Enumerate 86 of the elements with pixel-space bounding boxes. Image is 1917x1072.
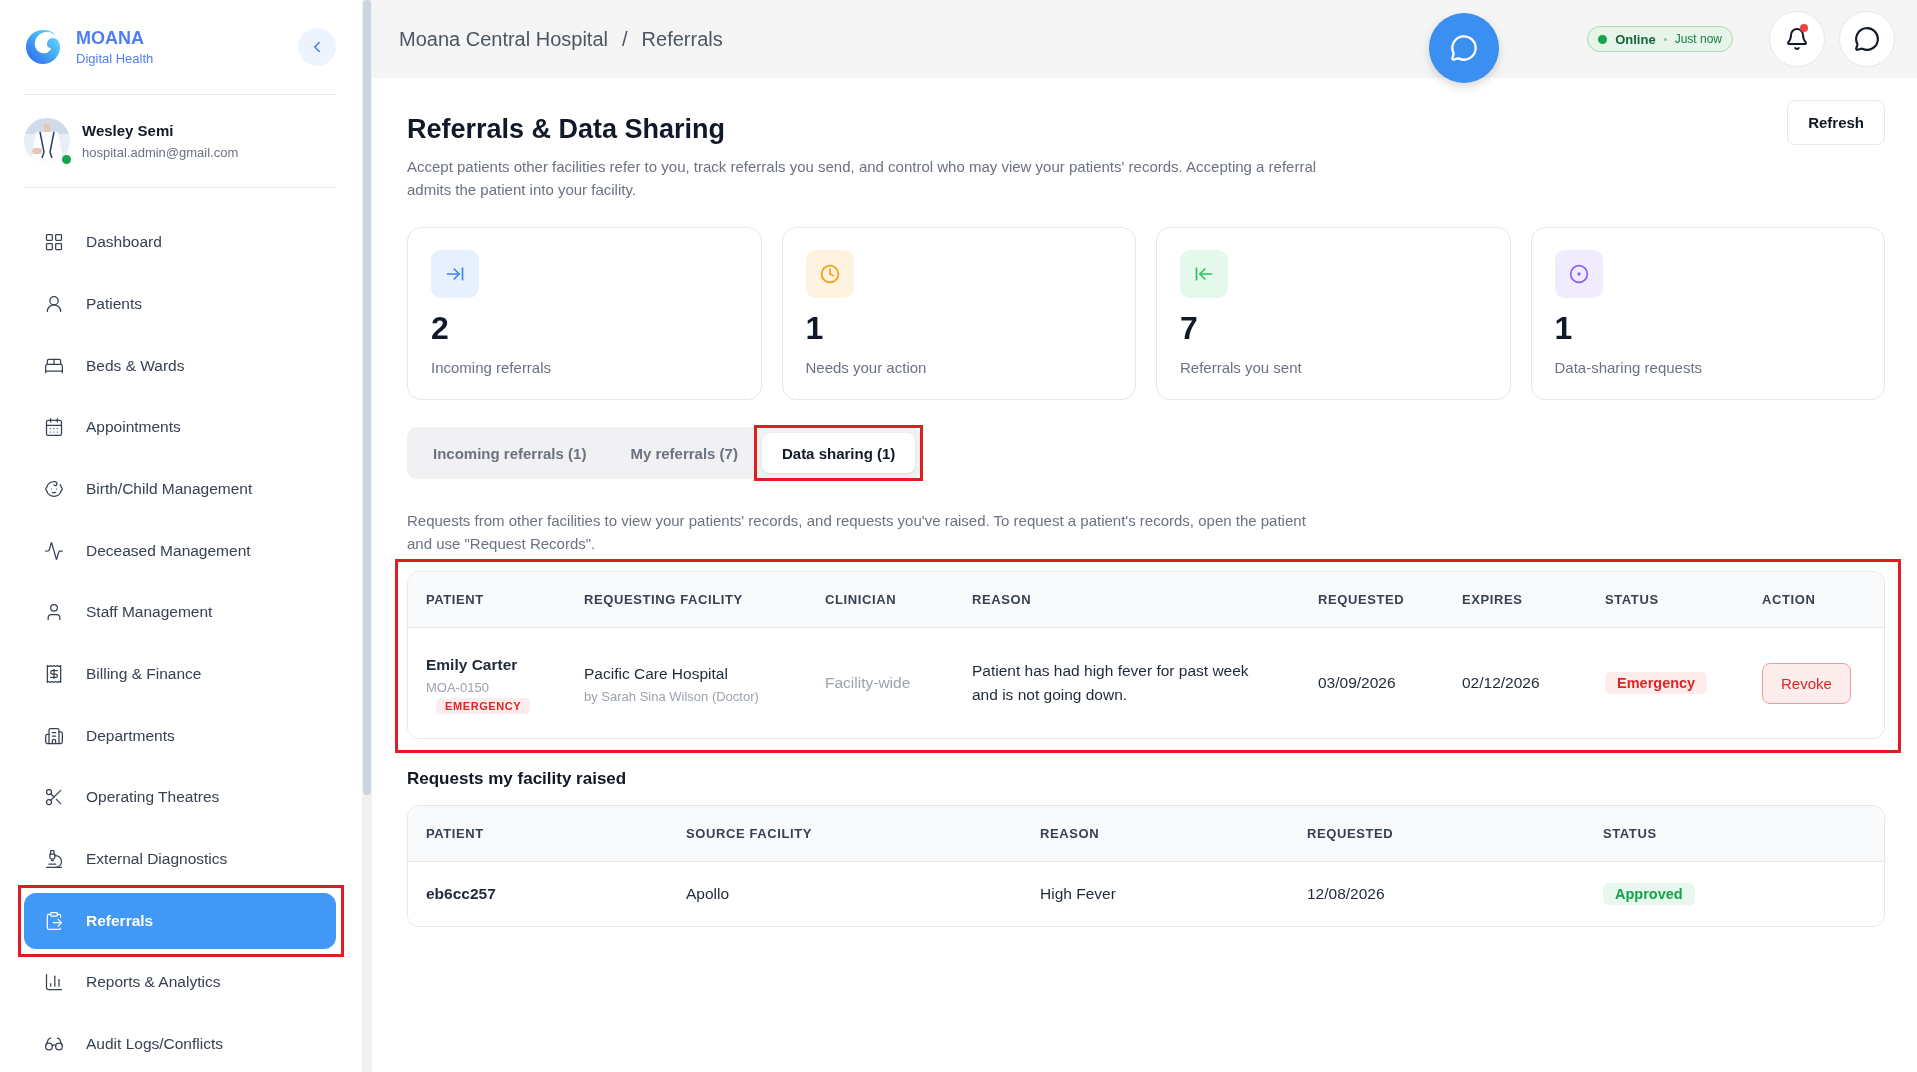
nav-item[interactable]: Beds & Wards (24, 337, 336, 394)
tab[interactable]: Incoming referrals (1) (413, 433, 607, 473)
table-cell-text: Patient has had high fever for past week and is not going down. (972, 661, 1250, 705)
table-cell-text: 03/09/2026 (1318, 673, 1397, 693)
stat-value: 1 (1554, 310, 1574, 347)
column-header: PATIENT (426, 592, 485, 607)
column-header: REASON (972, 592, 1033, 607)
nav-item[interactable]: Deceased Management (24, 522, 336, 579)
column-header: REQUESTING FACILITY (584, 592, 744, 607)
scrollbar[interactable] (363, 0, 371, 795)
column-header: STATUS (1603, 826, 1658, 841)
table-cell-text: 02/12/2026 (1462, 673, 1541, 693)
stat-value: 7 (1180, 310, 1199, 347)
column-header: REQUESTED (1318, 592, 1406, 607)
stat-value: 1 (805, 310, 825, 347)
chat-button[interactable] (1429, 13, 1500, 83)
calendar-icon (44, 417, 64, 438)
patient-id: eb6cc257 (426, 884, 497, 904)
microscope-icon (44, 849, 64, 870)
column-header: REQUESTED (1307, 826, 1395, 841)
page-description: Accept patients other facilities refer to you, track referrals you send, and control who may view your patients' records. Accepting a referral admits the patient into your facility. (407, 157, 1318, 200)
page-title: Referrals & Data Sharing (407, 114, 727, 145)
clipboard-icon (44, 910, 64, 931)
requester: by Sarah Sina Wilson (Doctor) (584, 689, 759, 704)
user-email: hospital.admin@gmail.com (82, 145, 239, 161)
stat-label: Incoming referrals (431, 359, 553, 376)
column-header: ACTION (1762, 592, 1817, 607)
nav-item[interactable]: Dashboard (24, 214, 336, 271)
grid-icon (44, 232, 64, 253)
column-header: EXPIRES (1462, 592, 1524, 607)
tab[interactable]: Data sharing (1) (761, 433, 916, 473)
tab[interactable]: My referrals (7) (610, 433, 758, 473)
breadcrumb-item[interactable]: Moana Central Hospital (399, 27, 608, 51)
column-header: REASON (1040, 826, 1101, 841)
nav-item[interactable]: Reports & Analytics (24, 954, 336, 1011)
user-name: Wesley Semi (82, 122, 175, 140)
breadcrumb-separator: / (622, 27, 628, 51)
column-header: SOURCE FACILITY (686, 826, 813, 841)
stat-label: Referrals you sent (1180, 359, 1303, 376)
column-header: STATUS (1605, 592, 1660, 607)
nav-item[interactable]: Patients (24, 276, 336, 332)
emergency-tag: EMERGENCY (436, 697, 531, 714)
chat-bubble-icon (1854, 26, 1880, 52)
table-cell-text: Apollo (686, 884, 731, 904)
nav-item[interactable]: External Diagnostics (24, 831, 336, 887)
bell-icon (1785, 27, 1809, 51)
chart-icon (44, 972, 64, 993)
chat-bubble-icon (1450, 34, 1479, 62)
stat-label: Data-sharing requests (1554, 359, 1704, 376)
refresh-button[interactable]: Refresh (1787, 100, 1885, 145)
table-cell-text: High Fever (1040, 884, 1117, 904)
brand-name: MOANA (76, 28, 145, 50)
table-cell-text: 12/08/2026 (1307, 884, 1386, 904)
revoke-button[interactable]: Revoke (1762, 662, 1851, 704)
nav-item[interactable]: Departments (24, 707, 336, 764)
nav-item[interactable]: Audit Logs/Conflicts (24, 1016, 336, 1072)
brand-tagline: Digital Health (76, 51, 155, 67)
patient-id: MOA-0150 (426, 679, 489, 695)
stat-label: Needs your action (805, 359, 928, 376)
receipt-icon (44, 664, 64, 685)
status-time: Just now (1674, 32, 1722, 46)
column-header: CLINICIAN (825, 592, 898, 607)
stat-value: 2 (431, 310, 450, 347)
nav-item[interactable]: Staff Management (24, 584, 336, 641)
section-description: Requests from other facilities to view your patients' records, and requests you've raised. To request a patient's records, open the patient and use "Request Records". (407, 511, 1307, 554)
patient-name: Emily Carter (426, 654, 518, 675)
building-icon (44, 725, 64, 746)
person-icon (44, 293, 64, 314)
status-badge: Emergency (1605, 672, 1708, 694)
nav-item[interactable]: Billing & Finance (24, 646, 336, 702)
wave-logo (24, 28, 62, 67)
pulse-icon (44, 540, 64, 561)
column-header: PATIENT (426, 826, 485, 841)
notifications-button[interactable] (1769, 11, 1825, 67)
breadcrumb-item: Referrals (641, 27, 723, 51)
section-title: Requests my facility raised (407, 769, 628, 789)
nav-item[interactable]: Appointments (24, 399, 336, 456)
nav-item[interactable]: Operating Theatres (24, 769, 336, 826)
messages-button[interactable] (1839, 11, 1895, 67)
scissors-icon (44, 787, 64, 808)
table-cell-text: Facility-wide (825, 673, 912, 693)
nav-item[interactable]: Birth/Child Management (24, 461, 336, 517)
status-badge: Approved (1603, 883, 1695, 905)
facility-name: Pacific Care Hospital (584, 664, 728, 684)
baby-icon (44, 478, 64, 499)
status-label: Online (1615, 31, 1656, 47)
